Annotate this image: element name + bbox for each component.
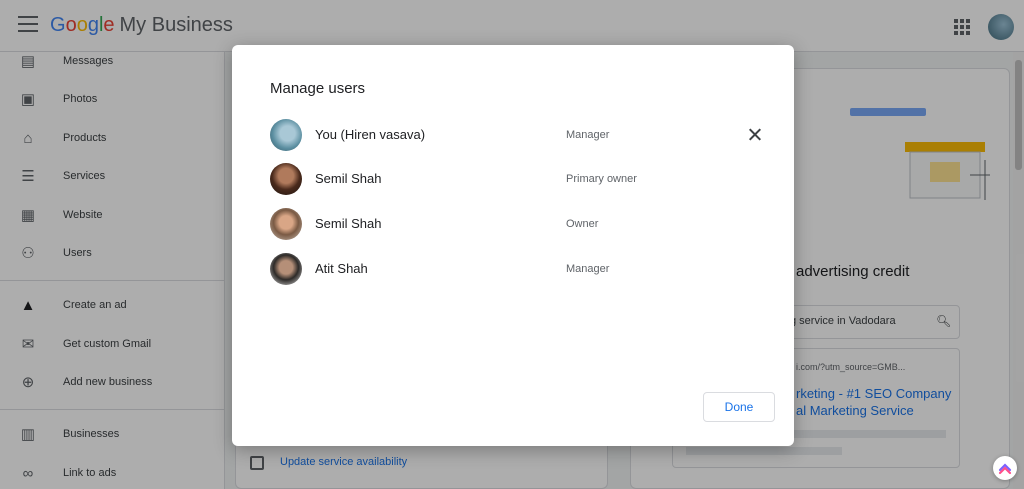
dialog-title: Manage users — [270, 80, 366, 97]
user-role: Manager — [566, 129, 610, 141]
user-avatar — [270, 119, 302, 151]
extension-badge[interactable] — [993, 456, 1017, 480]
user-row: Semil Shah Owner — [270, 208, 750, 244]
manage-users-dialog: Manage users You (Hiren vasava) Manager … — [232, 45, 794, 446]
user-row: You (Hiren vasava) Manager — [270, 119, 750, 155]
user-name: Semil Shah — [315, 171, 382, 186]
upload-arrow-icon — [998, 463, 1012, 475]
user-avatar — [270, 163, 302, 195]
done-button[interactable]: Done — [703, 392, 775, 422]
user-avatar — [270, 253, 302, 285]
user-role: Primary owner — [566, 173, 637, 185]
user-row: Semil Shah Primary owner — [270, 163, 750, 199]
user-name: Semil Shah — [315, 216, 382, 231]
user-row: Atit Shah Manager — [270, 253, 750, 289]
user-name: Atit Shah — [315, 261, 368, 276]
user-name: You (Hiren vasava) — [315, 127, 426, 142]
user-role: Manager — [566, 263, 610, 275]
user-role: Owner — [566, 218, 599, 230]
user-avatar — [270, 208, 302, 240]
